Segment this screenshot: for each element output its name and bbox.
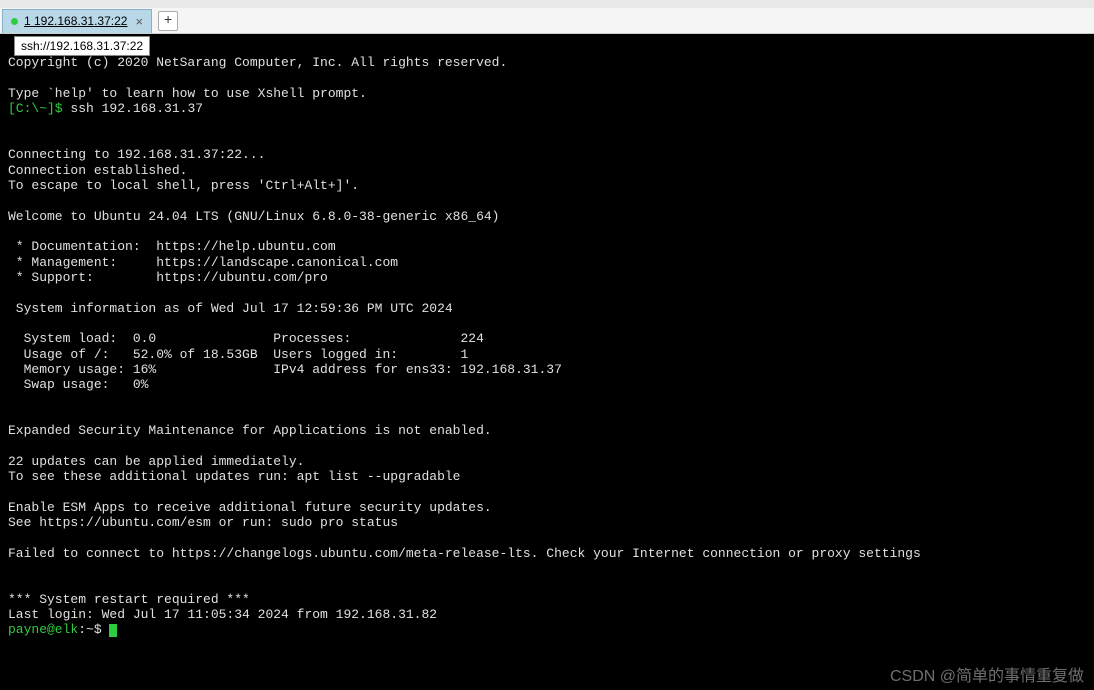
term-line: Memory usage: 16% IPv4 address for ens33… (8, 362, 562, 377)
remote-prompt-path: :~$ (78, 622, 109, 637)
title-strip (0, 0, 1094, 8)
session-tab[interactable]: 1 192.168.31.37:22 × (2, 9, 152, 33)
tab-tooltip: ssh://192.168.31.37:22 (14, 36, 150, 56)
term-line: 22 updates can be applied immediately. (8, 454, 304, 469)
close-icon[interactable]: × (135, 14, 143, 29)
term-line: Expanded Security Maintenance for Applic… (8, 423, 492, 438)
term-line: Connection established. (8, 163, 187, 178)
term-line: System information as of Wed Jul 17 12:5… (8, 301, 453, 316)
term-line: Welcome to Ubuntu 24.04 LTS (GNU/Linux 6… (8, 209, 499, 224)
term-line: To see these additional updates run: apt… (8, 469, 460, 484)
term-line: See https://ubuntu.com/esm or run: sudo … (8, 515, 398, 530)
term-line: To escape to local shell, press 'Ctrl+Al… (8, 178, 359, 193)
terminal[interactable]: ) Copyright (c) 2020 NetSarang Computer,… (0, 34, 1094, 690)
tab-label: 1 192.168.31.37:22 (24, 14, 127, 28)
status-dot-icon (11, 18, 18, 25)
term-line: Connecting to 192.168.31.37:22... (8, 147, 265, 162)
add-tab-button[interactable]: + (158, 11, 178, 31)
term-line: Type `help' to learn how to use Xshell p… (8, 86, 367, 101)
term-line: Copyright (c) 2020 NetSarang Computer, I… (8, 55, 507, 70)
ssh-command: ssh 192.168.31.37 (70, 101, 203, 116)
cursor-icon (109, 624, 117, 637)
tab-bar: 1 192.168.31.37:22 × + (0, 8, 1094, 34)
term-line: * Support: https://ubuntu.com/pro (8, 270, 328, 285)
term-line: Swap usage: 0% (8, 377, 148, 392)
term-line: * Documentation: https://help.ubuntu.com (8, 239, 336, 254)
term-line: *** System restart required *** (8, 592, 250, 607)
term-line: * Management: https://landscape.canonica… (8, 255, 398, 270)
local-prompt: [C:\~]$ (8, 101, 70, 116)
term-line: Enable ESM Apps to receive additional fu… (8, 500, 492, 515)
term-line: System load: 0.0 Processes: 224 (8, 331, 484, 346)
term-line: Last login: Wed Jul 17 11:05:34 2024 fro… (8, 607, 437, 622)
term-line: Failed to connect to https://changelogs.… (8, 546, 921, 561)
remote-prompt-user: payne@elk (8, 622, 78, 637)
term-line: Usage of /: 52.0% of 18.53GB Users logge… (8, 347, 468, 362)
